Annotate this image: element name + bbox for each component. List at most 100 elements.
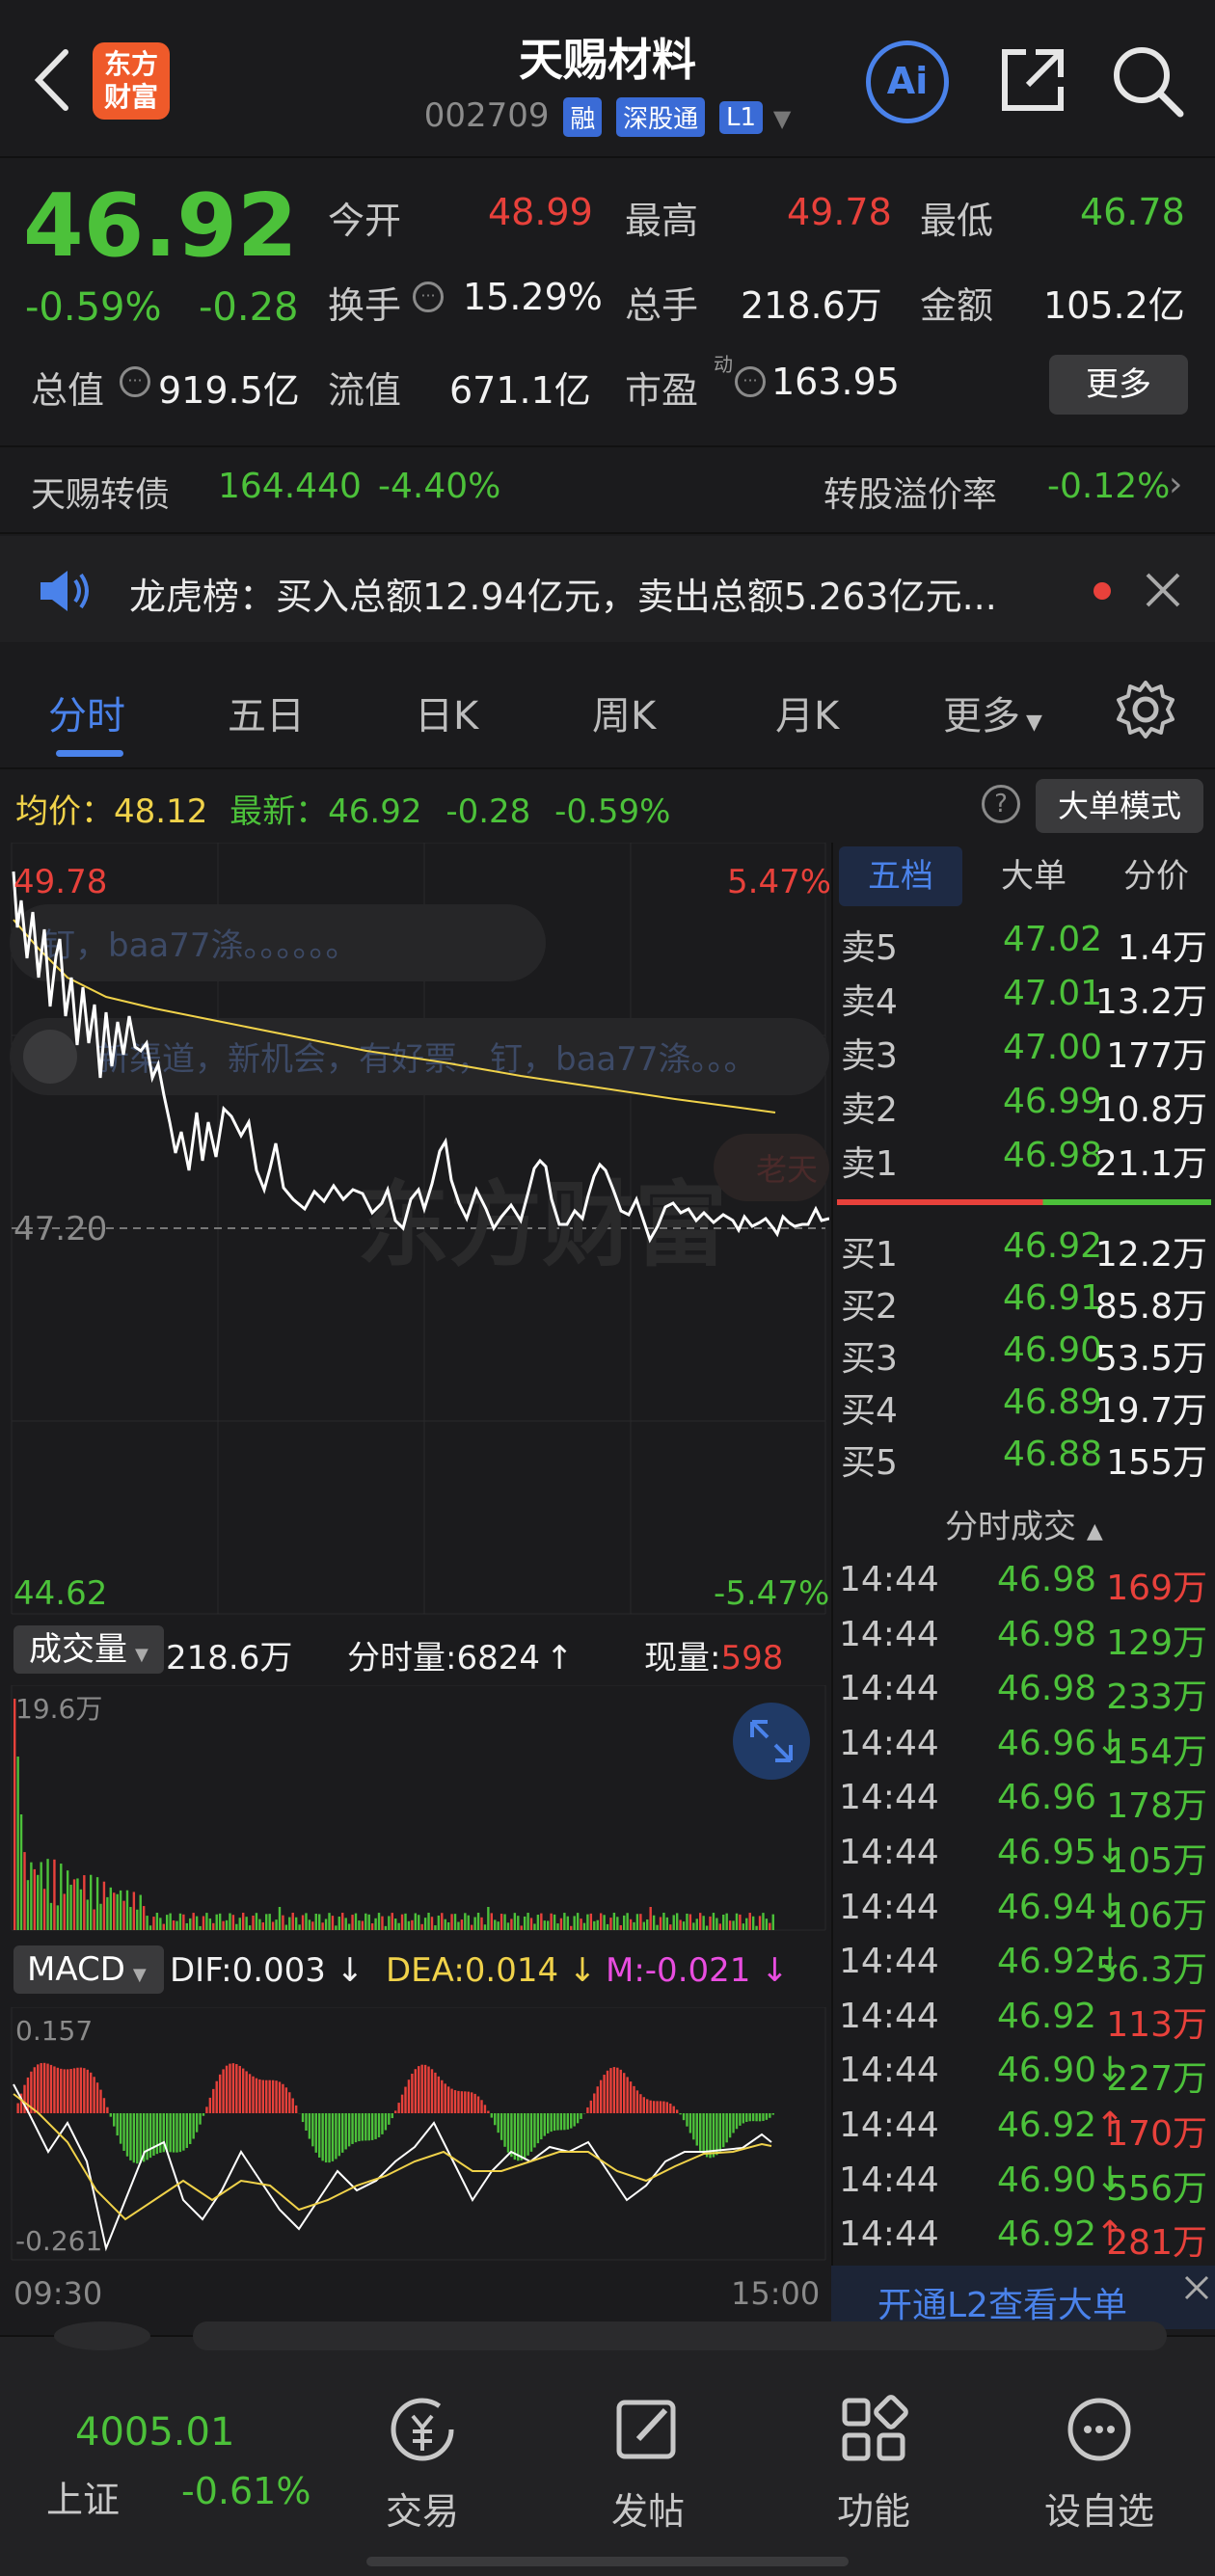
bond-row[interactable]: 天赐转债 164.440 -4.40% 转股溢价率 -0.12% › xyxy=(0,447,1215,530)
ask-row[interactable]: 卖2 46.99 10.8万 xyxy=(837,1076,1213,1130)
tab-more[interactable]: 更多 ▼ xyxy=(943,684,1042,740)
nav-add-watchlist[interactable]: 设自选 xyxy=(1003,2391,1196,2535)
volume-bar xyxy=(652,1915,656,1930)
volume-bar xyxy=(573,1916,576,1930)
trades-title[interactable]: 分时成交 ▲ xyxy=(945,1500,1103,1547)
ask-row[interactable]: 卖4 47.01 13.2万 xyxy=(837,968,1213,1022)
tab-daily-k[interactable]: 日K xyxy=(415,684,478,740)
close-icon[interactable] xyxy=(1182,2273,1211,2302)
orderbook-tab-price[interactable]: 分价 xyxy=(1103,846,1209,906)
nav-functions[interactable]: 功能 xyxy=(777,2391,970,2535)
macd-bar xyxy=(218,2074,222,2113)
notice-bar[interactable]: 龙虎榜：买入总额12.94亿元，卖出总额5.263亿元... xyxy=(0,536,1215,642)
ask-row[interactable]: 卖1 46.98 21.1万 xyxy=(837,1130,1213,1184)
volume-bar xyxy=(218,1913,222,1930)
volume-bar xyxy=(26,1880,30,1930)
macd-bar xyxy=(354,2113,358,2143)
search-icon[interactable] xyxy=(1109,42,1186,120)
volume-bar xyxy=(457,1921,460,1930)
l2-prompt-bar[interactable]: 开通L2查看大单 xyxy=(831,2266,1215,2329)
macd-bar xyxy=(553,2113,556,2132)
chevron-down-icon[interactable]: ▼ xyxy=(773,105,791,132)
trade-volume: 129万 xyxy=(1106,1623,1207,1663)
ai-button[interactable]: Ai xyxy=(866,40,949,123)
nav-trade[interactable]: 交易 xyxy=(326,2391,519,2535)
orderbook-tab-large[interactable]: 大单 xyxy=(986,846,1082,906)
volume-bar xyxy=(629,1919,633,1930)
volume-bar xyxy=(649,1907,652,1930)
volume-bar xyxy=(381,1916,384,1930)
orderbook-tab-level5[interactable]: 五档 xyxy=(839,846,962,906)
index-value[interactable]: 4005.01 xyxy=(75,2410,234,2455)
macd-bar xyxy=(374,2113,377,2139)
volume-bar xyxy=(718,1923,722,1930)
stock-detail-screen: 东方 财富 天赐材料 002709 融 深股通 L1 ▼ Ai 46.92 -0.… xyxy=(0,0,1215,2576)
macd-bar xyxy=(321,2113,324,2161)
volume-bar xyxy=(742,1923,745,1930)
gear-icon[interactable] xyxy=(1115,679,1176,740)
bid-row[interactable]: 买5 46.88 155万 xyxy=(837,1429,1213,1483)
index-name: 上证 xyxy=(46,2479,121,2521)
volume-bar xyxy=(735,1913,739,1930)
macd-bar xyxy=(205,2106,208,2113)
macd-bar xyxy=(178,2113,182,2153)
volume-bar xyxy=(192,1913,195,1930)
volume-bar xyxy=(166,1915,169,1930)
trade-price: 46.90 xyxy=(997,2051,1097,2091)
volume-bar xyxy=(500,1913,503,1930)
ask-row[interactable]: 卖5 47.02 1.4万 xyxy=(837,914,1213,968)
bid-row[interactable]: 买3 46.90 53.5万 xyxy=(837,1325,1213,1379)
volume-bar xyxy=(576,1913,580,1930)
trade-price: 46.90 xyxy=(997,2160,1097,2200)
tab-five-day[interactable]: 五日 xyxy=(228,684,305,740)
macd-bar xyxy=(388,2113,391,2125)
bid-row[interactable]: 买1 46.92 12.2万 xyxy=(837,1221,1213,1275)
macd-bar xyxy=(182,2113,185,2151)
macd-bar xyxy=(305,2113,308,2131)
bid-row[interactable]: 买2 46.91 85.8万 xyxy=(837,1273,1213,1327)
volume-bar xyxy=(324,1919,328,1930)
more-quote-button[interactable]: 更多 xyxy=(1049,355,1188,415)
expand-button[interactable] xyxy=(733,1703,810,1780)
volume-bar xyxy=(716,1918,718,1930)
macd-indicator-select[interactable]: MACD ▼ xyxy=(14,1945,164,1994)
close-icon[interactable] xyxy=(1144,571,1182,609)
turnover-label: 换手 xyxy=(328,284,402,327)
notice-text: 龙虎榜：买入总额12.94亿元，卖出总额5.263亿元... xyxy=(129,576,997,618)
info-icon[interactable]: ··· xyxy=(120,366,150,397)
volume-bar xyxy=(40,1862,42,1930)
volume-bar xyxy=(178,1913,182,1930)
macd-bar xyxy=(659,2101,662,2113)
volume-bar xyxy=(42,1889,46,1930)
caret-down-icon: ▼ xyxy=(132,1965,147,1985)
tab-monthly-k[interactable]: 月K xyxy=(775,684,839,740)
volume-bar xyxy=(769,1922,771,1930)
large-order-mode-button[interactable]: 大单模式 xyxy=(1036,779,1203,833)
macd-bar xyxy=(63,2069,66,2113)
volume-bar xyxy=(148,1925,152,1930)
info-icon[interactable]: ··· xyxy=(413,282,444,312)
macd-bar xyxy=(547,2113,550,2133)
trade-time: 14:44 xyxy=(839,1614,939,1654)
bid-row[interactable]: 买4 46.89 19.7万 xyxy=(837,1377,1213,1431)
macd-bar xyxy=(208,2097,212,2113)
volume-indicator-select[interactable]: 成交量 ▼ xyxy=(14,1625,164,1674)
trade-row: 14:44 46.90 ↓ 227万 xyxy=(837,2045,1213,2099)
volume-bar xyxy=(728,1920,732,1930)
nav-post[interactable]: 发帖 xyxy=(552,2391,744,2535)
macd-bar xyxy=(370,2113,374,2140)
tab-intraday[interactable]: 分时 xyxy=(48,684,125,740)
ask-row[interactable]: 卖3 47.00 177万 xyxy=(837,1022,1213,1076)
macd-bar xyxy=(364,2113,367,2141)
macd-bar xyxy=(471,2092,473,2113)
help-icon[interactable]: ? xyxy=(982,785,1020,823)
pct-axis-bottom: -5.47% xyxy=(714,1574,829,1613)
info-icon[interactable]: ··· xyxy=(735,366,766,397)
volume-bar xyxy=(553,1914,556,1930)
tab-weekly-k[interactable]: 周K xyxy=(592,684,656,740)
volume-bar xyxy=(705,1925,709,1930)
macd-bar xyxy=(245,2071,248,2113)
share-icon[interactable] xyxy=(997,44,1068,116)
macd-bar xyxy=(235,2064,238,2113)
volume-bar xyxy=(423,1918,427,1930)
